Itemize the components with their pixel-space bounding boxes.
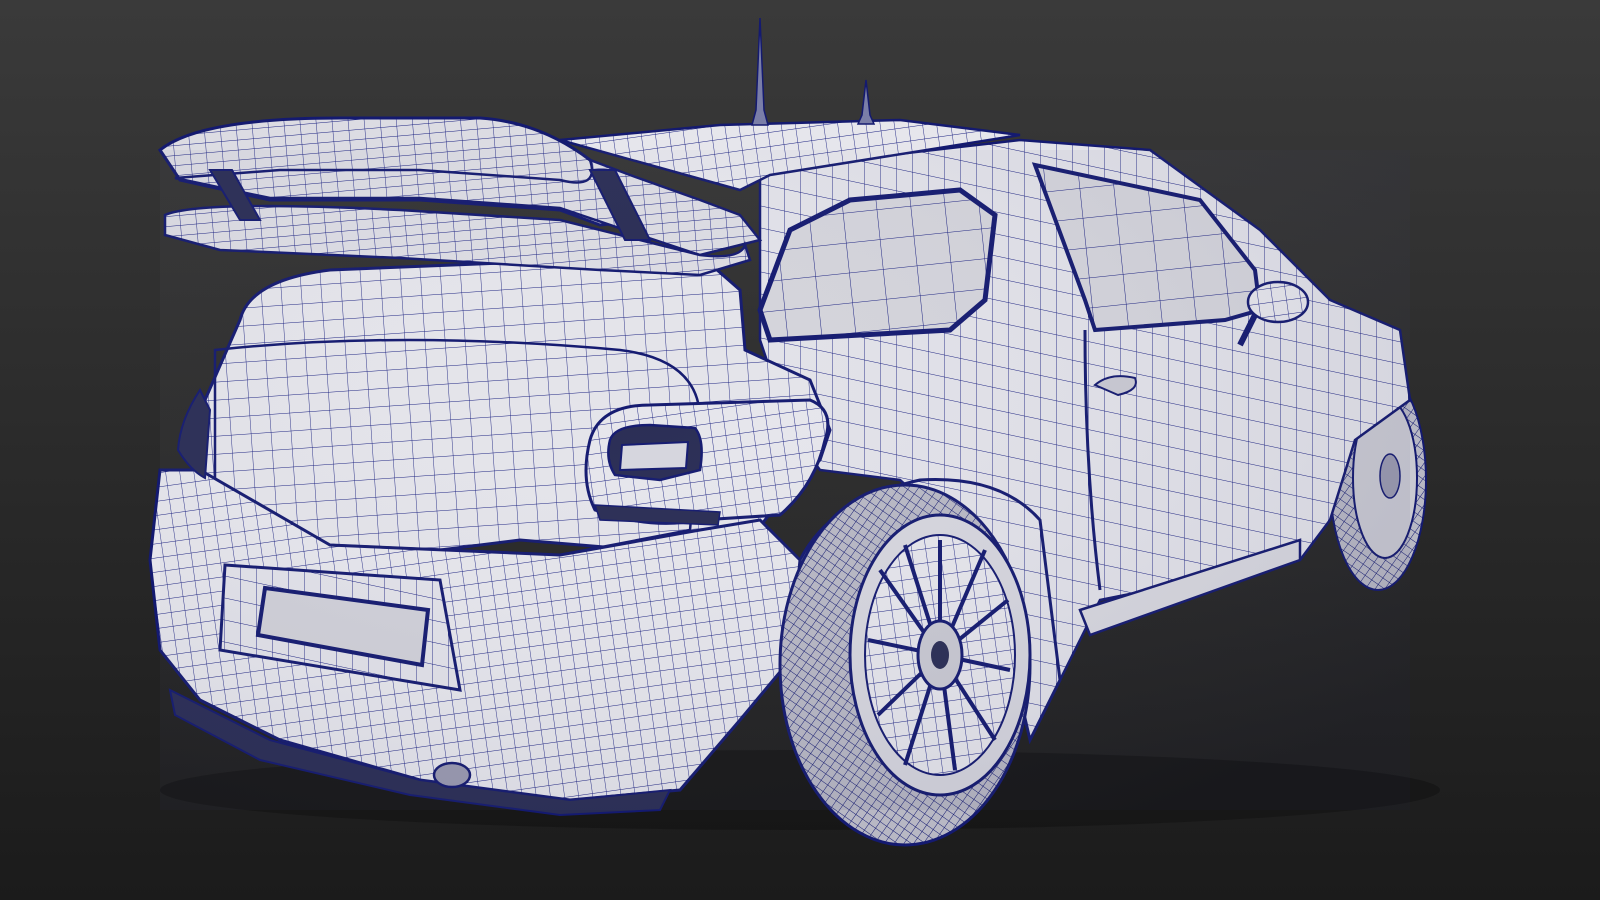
exhaust-pipe (432, 761, 472, 789)
tail-light (584, 398, 830, 526)
render-viewport (0, 0, 1600, 900)
rear-left-wheel (778, 483, 1032, 847)
left-tail-edge (176, 388, 212, 480)
roof-antenna-short (856, 79, 876, 125)
car-wireframe-model (148, 17, 1440, 847)
roof-antenna (751, 17, 769, 126)
